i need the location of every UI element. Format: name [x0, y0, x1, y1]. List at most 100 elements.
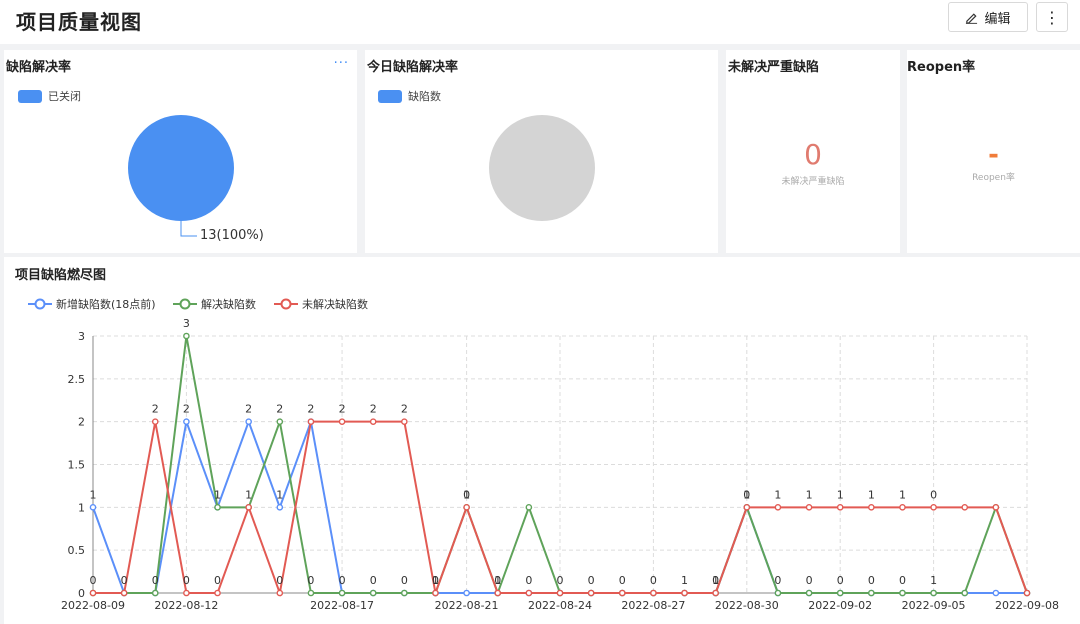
- pie-slice-label: 13(100%): [200, 228, 264, 243]
- data-point[interactable]: [89, 589, 97, 597]
- data-label: 1: [245, 488, 252, 501]
- y-tick-label: 3: [78, 330, 85, 343]
- data-point[interactable]: [307, 589, 315, 597]
- data-label: 1: [774, 488, 781, 501]
- y-tick-label: 2: [78, 416, 85, 429]
- data-label: 0: [307, 574, 314, 587]
- data-point[interactable]: [463, 589, 470, 597]
- x-tick-label: 2022-08-30: [715, 599, 779, 612]
- data-point[interactable]: [930, 589, 937, 597]
- data-point[interactable]: [525, 589, 533, 597]
- data-label: 1: [868, 488, 875, 501]
- data-point[interactable]: [120, 589, 128, 597]
- data-point[interactable]: [681, 589, 688, 597]
- data-point[interactable]: [151, 418, 159, 425]
- data-point[interactable]: [432, 589, 439, 597]
- data-point[interactable]: [774, 589, 782, 597]
- data-point[interactable]: [650, 589, 657, 597]
- data-label: 0: [525, 574, 532, 587]
- page-title: 项目质量视图: [16, 10, 142, 34]
- data-label: 0: [183, 574, 190, 587]
- y-tick-label: 2.5: [68, 373, 86, 386]
- data-label: 0: [868, 574, 875, 587]
- data-point[interactable]: [338, 589, 346, 597]
- data-point[interactable]: [712, 589, 719, 597]
- data-point[interactable]: [276, 504, 284, 511]
- unresolved-severe-card: 未解决严重缺陷 0 未解决严重缺陷: [726, 50, 900, 253]
- data-point[interactable]: [307, 418, 315, 425]
- data-point[interactable]: [836, 589, 844, 597]
- x-tick-label: 2022-09-05: [902, 599, 966, 612]
- data-point[interactable]: [774, 504, 782, 511]
- data-point[interactable]: [587, 589, 595, 597]
- data-point[interactable]: [1023, 589, 1031, 597]
- y-tick-label: 0.5: [68, 544, 86, 557]
- data-label: 0: [899, 574, 906, 587]
- data-label: 2: [339, 403, 346, 416]
- edit-button-label: 编辑: [984, 11, 1011, 27]
- data-point[interactable]: [992, 504, 1000, 511]
- data-point[interactable]: [183, 418, 190, 425]
- data-point[interactable]: [961, 589, 969, 597]
- data-point[interactable]: [930, 504, 937, 511]
- data-label: 0: [619, 574, 626, 587]
- resolve-rate-card: 缺陷解决率 ··· 已关闭 13(100%): [4, 50, 357, 253]
- data-point[interactable]: [868, 504, 875, 511]
- data-point[interactable]: [276, 589, 284, 597]
- data-point[interactable]: [183, 589, 190, 597]
- data-point[interactable]: [899, 589, 906, 597]
- data-point[interactable]: [556, 589, 564, 597]
- data-point[interactable]: [369, 418, 377, 425]
- data-point[interactable]: [805, 589, 813, 597]
- data-point[interactable]: [401, 418, 408, 425]
- data-point[interactable]: [214, 589, 221, 597]
- vertical-dots-icon: ⋮: [1044, 7, 1060, 27]
- data-point[interactable]: [338, 418, 346, 425]
- data-point[interactable]: [743, 504, 751, 511]
- data-label: 0: [774, 574, 781, 587]
- data-point[interactable]: [245, 418, 252, 425]
- data-point[interactable]: [183, 332, 190, 340]
- data-point[interactable]: [899, 504, 906, 511]
- data-point[interactable]: [868, 589, 875, 597]
- x-tick-label: 2022-08-27: [621, 599, 685, 612]
- data-point[interactable]: [463, 504, 470, 511]
- y-tick-label: 1: [78, 501, 85, 514]
- pie-slice-closed[interactable]: [128, 115, 234, 221]
- data-label: 0: [152, 574, 159, 587]
- line-chart: 0 0.5 1 1.5 2 2.5 3 2022-08-09 2022-08-12 2022-08…: [61, 317, 1059, 612]
- data-point[interactable]: [151, 589, 159, 597]
- y-tick-label: 1.5: [68, 459, 86, 472]
- data-label: 0: [463, 488, 470, 501]
- data-label: 1: [806, 488, 813, 501]
- data-label: 0: [494, 574, 501, 587]
- more-actions-button[interactable]: ⋮: [1036, 2, 1068, 32]
- data-point[interactable]: [369, 589, 377, 597]
- data-label: 0: [432, 574, 439, 587]
- data-label: 2: [152, 403, 159, 416]
- pie-label-leader: [180, 221, 197, 237]
- data-label: 0: [712, 574, 719, 587]
- data-point[interactable]: [89, 504, 97, 511]
- data-point[interactable]: [836, 504, 844, 511]
- data-point[interactable]: [618, 589, 626, 597]
- x-tick-label: 2022-08-17: [310, 599, 374, 612]
- data-point[interactable]: [992, 589, 1000, 597]
- data-label: 0: [588, 574, 595, 587]
- pencil-icon: [966, 12, 978, 24]
- edit-button[interactable]: 编辑: [948, 2, 1028, 32]
- data-label: 0: [837, 574, 844, 587]
- data-label: 2: [307, 403, 314, 416]
- data-point[interactable]: [525, 504, 533, 511]
- data-point[interactable]: [961, 504, 969, 511]
- data-label: 1: [899, 488, 906, 501]
- pie-chart: [489, 115, 595, 221]
- data-point[interactable]: [494, 589, 502, 597]
- data-point[interactable]: [401, 589, 408, 597]
- data-point[interactable]: [245, 504, 252, 511]
- data-point[interactable]: [214, 504, 221, 511]
- data-point[interactable]: [805, 504, 813, 511]
- data-label: 1: [90, 488, 97, 501]
- data-point[interactable]: [276, 418, 284, 425]
- burndown-card: 项目缺陷燃尽图 新增缺陷数(18点前) 解决缺陷数 未解决缺陷数 0 0.5 1 1.…: [4, 257, 1080, 624]
